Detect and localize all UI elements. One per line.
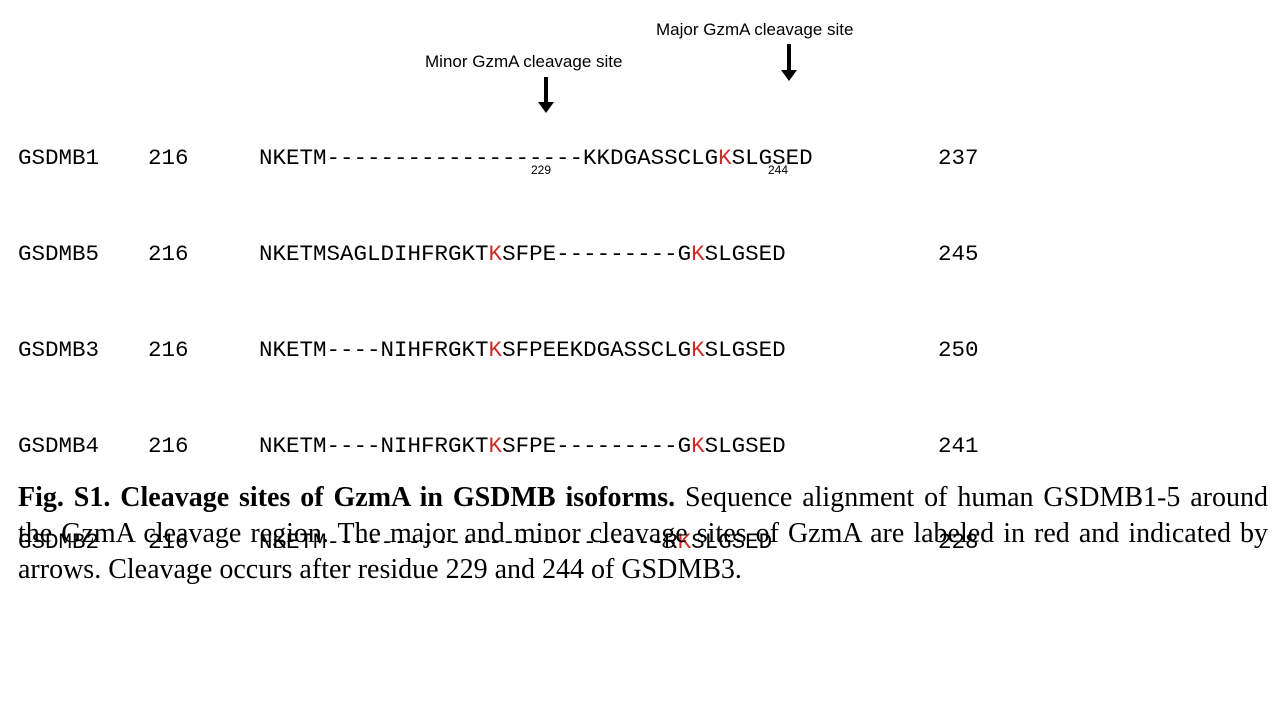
start-residue: 216	[148, 145, 189, 171]
isoform-name: GSDMB1	[18, 145, 100, 171]
sequence: NKETMSAGLDIHFRGKTKSFPE---------GKSLGSED	[259, 241, 786, 267]
end-residue: 237	[938, 145, 979, 171]
residue-229-label: 229	[531, 163, 552, 177]
start-residue: 216	[148, 433, 189, 459]
end-residue: 245	[938, 241, 979, 267]
alignment-row: GSDMB5 216 NKETMSAGLDIHFRGKTKSFPE-------…	[18, 238, 979, 270]
end-residue: 250	[938, 337, 979, 363]
alignment-row: GSDMB1 216 NKETM-------------------KKDGA…	[18, 142, 979, 174]
figure-caption: Fig. S1. Cleavage sites of GzmA in GSDMB…	[18, 480, 1268, 588]
alignment-row: GSDMB3 216 NKETM----NIHFRGKTKSFPEEKDGASS…	[18, 334, 979, 366]
start-residue: 216	[148, 337, 189, 363]
sequence: NKETM----NIHFRGKTKSFPEEKDGASSCLGKSLGSED	[259, 337, 786, 363]
isoform-name: GSDMB4	[18, 433, 100, 459]
minor-cleavage-arrow-icon	[538, 77, 554, 113]
major-cleavage-label: Major GzmA cleavage site	[656, 20, 854, 39]
isoform-name: GSDMB5	[18, 241, 100, 267]
isoform-name: GSDMB3	[18, 337, 100, 363]
alignment-row: GSDMB4 216 NKETM----NIHFRGKTKSFPE-------…	[18, 430, 979, 462]
start-residue: 216	[148, 241, 189, 267]
major-cleavage-arrow-icon	[781, 44, 797, 81]
end-residue: 241	[938, 433, 979, 459]
caption-title: Fig. S1. Cleavage sites of GzmA in GSDMB…	[18, 482, 676, 513]
sequence: NKETM----NIHFRGKTKSFPE---------GKSLGSED	[259, 433, 786, 459]
residue-244-label: 244	[768, 163, 789, 177]
minor-cleavage-label: Minor GzmA cleavage site	[425, 52, 623, 71]
